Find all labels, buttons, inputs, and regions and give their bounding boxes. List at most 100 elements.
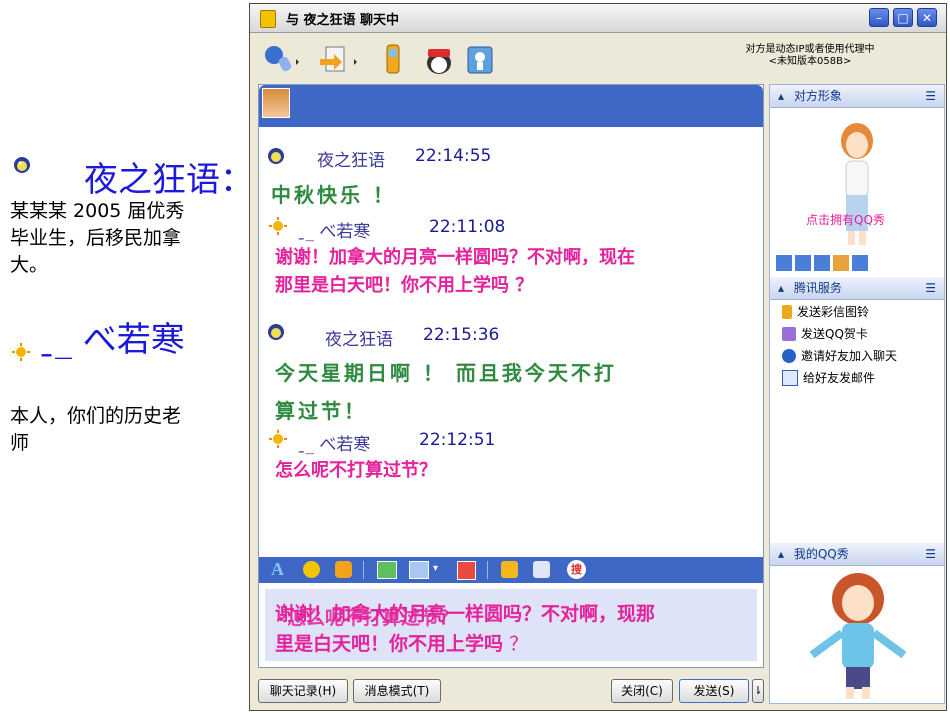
collapse-icon[interactable]: ▴ xyxy=(778,281,784,295)
message-time: 22:15:36 xyxy=(423,325,500,345)
peer-show-header[interactable]: ▴ 对方形象 ☰ xyxy=(770,85,944,108)
services-header[interactable]: ▴ 腾讯服务 ☰ xyxy=(770,277,944,300)
sun-icon xyxy=(269,430,287,452)
peer-avatar-figure xyxy=(830,121,884,247)
desc-line: 本人，你们的历史老 xyxy=(10,405,182,427)
show-tool-icon[interactable] xyxy=(776,255,792,271)
penguin-icon xyxy=(267,323,285,345)
menu-icon[interactable]: ☰ xyxy=(925,85,936,107)
chat-style-icon[interactable] xyxy=(335,561,352,578)
person2-name: ˍ_ べ若寒 xyxy=(38,320,185,360)
minimize-button[interactable]: – xyxy=(869,8,889,27)
message-time: 22:12:51 xyxy=(419,430,496,450)
show-tool-icon[interactable] xyxy=(852,255,868,271)
chevron-down-icon[interactable]: ▾ xyxy=(433,563,438,574)
pane-header xyxy=(259,85,763,127)
music-icon[interactable] xyxy=(501,561,518,578)
close-chat-button[interactable]: 关闭(C) xyxy=(611,679,673,703)
screenshot-icon[interactable] xyxy=(409,561,429,579)
message-text: 算过节！ xyxy=(275,399,367,423)
app-icon xyxy=(260,10,276,28)
note-line: <未知版本058B> xyxy=(768,56,852,67)
collapse-icon[interactable]: ▴ xyxy=(778,547,784,561)
service-item[interactable]: 发送彩信图铃 xyxy=(782,303,869,320)
desc-line: 毕业生，后移民加拿 xyxy=(10,227,182,249)
show-tool-icon[interactable] xyxy=(814,255,830,271)
show-tool-icon[interactable] xyxy=(795,255,811,271)
card-icon xyxy=(782,326,796,341)
close-button[interactable]: ✕ xyxy=(917,8,937,27)
search-icon[interactable]: 搜 xyxy=(567,560,586,579)
person2-description: 本人，你们的历史老 师 xyxy=(10,403,245,457)
format-toolbar: A ▾ 搜 xyxy=(259,557,763,583)
sun-icon xyxy=(269,217,287,239)
message-sender: ˍ_ べ若寒 xyxy=(297,222,371,242)
home-icon[interactable] xyxy=(457,561,476,580)
message-time: 22:11:08 xyxy=(429,217,506,237)
mail-icon xyxy=(782,369,798,386)
message-sender: ˍ_ べ若寒 xyxy=(297,435,371,455)
font-icon[interactable]: A xyxy=(271,559,284,580)
menu-icon[interactable]: ☰ xyxy=(925,277,936,299)
message-time: 22:14:55 xyxy=(415,146,492,166)
voice-button[interactable] xyxy=(262,42,302,78)
desc-line: 大。 xyxy=(10,254,49,276)
service-item[interactable]: 邀请好友加入聊天 xyxy=(782,347,897,364)
title-bar[interactable]: 与 夜之狂语 聊天中 – □ ✕ xyxy=(250,4,946,33)
info-button[interactable] xyxy=(464,42,496,78)
send-button[interactable]: 发送(S) xyxy=(679,679,749,703)
window-title: 与 夜之狂语 聊天中 xyxy=(286,13,400,28)
desc-line: 师 xyxy=(10,432,30,454)
input-text-part: ？ xyxy=(503,633,529,655)
message-sender: 夜之狂语 xyxy=(317,151,385,171)
person1-description: 某某某 2005 届优秀 毕业生，后移民加拿 大。 xyxy=(10,198,245,279)
info-icon xyxy=(467,46,493,74)
penguin-icon xyxy=(267,147,285,169)
show-tool-icon[interactable] xyxy=(833,255,849,271)
penguin-icon xyxy=(13,156,31,178)
transfer-icon[interactable] xyxy=(533,561,550,578)
image-icon[interactable] xyxy=(377,561,397,579)
microphone-icon xyxy=(265,46,299,72)
phone-icon xyxy=(386,44,400,74)
menu-icon[interactable]: ☰ xyxy=(925,543,936,565)
connection-note: 对方是动态IP或者使用代理中 <未知版本058B> xyxy=(675,44,945,68)
message-mode-button[interactable]: 消息模式(T) xyxy=(353,679,441,703)
qq-game-button[interactable] xyxy=(422,42,456,78)
emoji-icon[interactable] xyxy=(303,561,320,578)
sun-icon xyxy=(12,343,30,365)
divider xyxy=(363,561,364,579)
panel-title: 对方形象 xyxy=(793,89,842,103)
message-text: 那里是白天吧！你不用上学吗 ？ xyxy=(275,275,534,296)
chat-pane: 夜之狂语 22:14:55 中秋快乐 ！ ˍ_ べ若寒 22:11:08 谢谢！… xyxy=(258,84,764,668)
side-panel: ▴ 对方形象 ☰ 点击拥有QQ秀 ▴ 腾讯服务 ☰ 发送彩信图铃 发送QQ贺卡 xyxy=(769,84,945,704)
note-line: 对方是动态IP或者使用代理中 xyxy=(745,44,875,55)
input-line: 里是白天吧！你不用上学吗 ？ xyxy=(275,629,528,656)
file-transfer-button[interactable] xyxy=(318,42,362,78)
mobile-button[interactable] xyxy=(380,42,406,78)
my-show-header[interactable]: ▴ 我的QQ秀 ☰ xyxy=(770,543,944,566)
my-avatar-figure xyxy=(806,571,910,701)
message-text: 怎么呢不打算过节？ xyxy=(275,460,437,481)
qq-penguin-icon xyxy=(427,49,451,74)
service-label: 给好友发邮件 xyxy=(803,371,876,385)
service-item[interactable]: 给好友发邮件 xyxy=(782,369,875,386)
collapse-icon[interactable]: ▴ xyxy=(778,89,784,103)
avatar[interactable] xyxy=(262,88,290,118)
get-qq-show-link[interactable]: 点击拥有QQ秀 xyxy=(806,211,885,228)
chat-history-button[interactable]: 聊天记录(H) xyxy=(258,679,348,703)
message-text: 谢谢！加拿大的月亮一样圆吗？不对啊，现在 xyxy=(275,247,635,268)
send-options-button[interactable]: ⇂ xyxy=(752,679,764,703)
message-input[interactable]: 谢谢！加拿大的月亮一样圆吗？不对啊，现那 怎么呢不打算过节？ 里是白天吧！你不用… xyxy=(265,589,757,661)
message-sender: 夜之狂语 xyxy=(325,330,393,350)
person1-name: 夜之狂语： xyxy=(84,160,254,200)
maximize-button[interactable]: □ xyxy=(893,8,913,27)
show-toolbar xyxy=(776,255,868,271)
input-overlay-text: 怎么呢不打算过节？ xyxy=(287,607,459,629)
message-text: 中秋快乐 ！ xyxy=(271,183,396,207)
service-item[interactable]: 发送QQ贺卡 xyxy=(782,325,868,342)
service-label: 发送彩信图铃 xyxy=(797,305,870,319)
panel-title: 我的QQ秀 xyxy=(793,547,849,561)
panel-title: 腾讯服务 xyxy=(793,281,842,295)
chat-window: 与 夜之狂语 聊天中 – □ ✕ 对方是动态IP或者使用代理中 <未知版本058… xyxy=(249,3,947,711)
